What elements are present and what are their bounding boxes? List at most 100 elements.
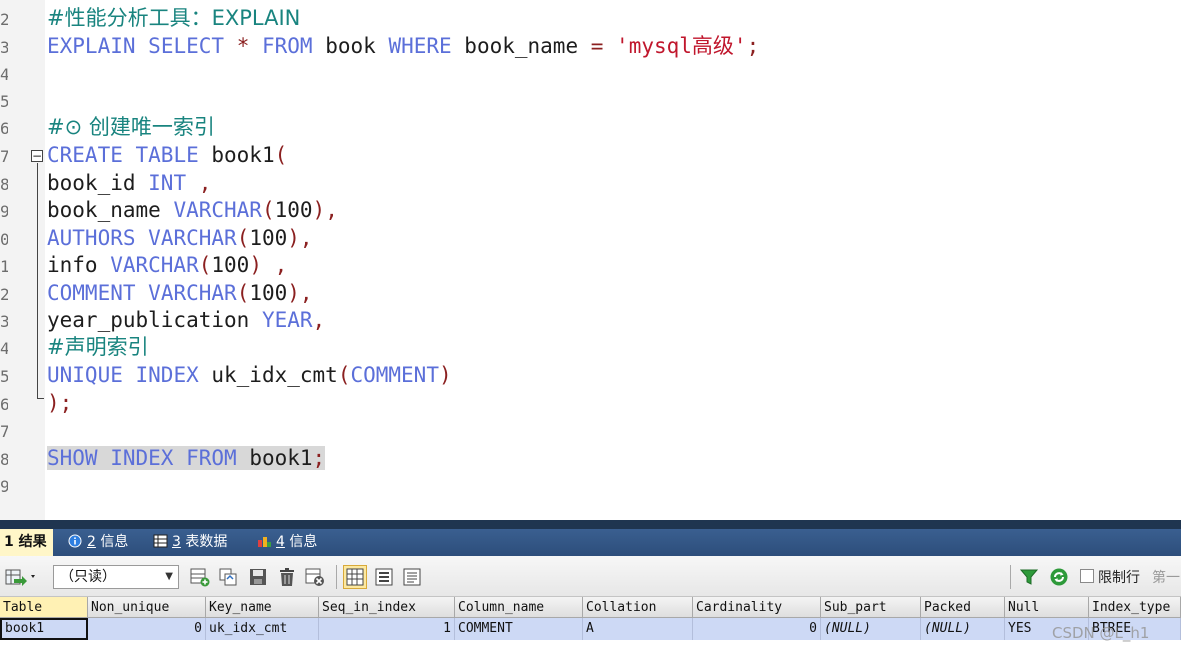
code-line-create-table: CREATE TABLE book1( xyxy=(47,142,287,169)
line-number-gutter: 2 3 4 5 6 7 8 9 0 1 2 3 4 5 6 7 8 9 xyxy=(0,0,45,520)
line-number: 1 xyxy=(0,257,8,276)
cancel-icon[interactable] xyxy=(305,567,325,587)
column-header-table[interactable]: Table xyxy=(0,597,88,618)
result-tabbar: 1 结果 2 信息 3 表数据 4 信息 xyxy=(0,529,1181,556)
table-cell[interactable]: A xyxy=(583,618,693,640)
line-number: 7 xyxy=(0,147,8,166)
code-line-explain-select: EXPLAIN SELECT * FROM book WHERE book_na… xyxy=(47,33,759,60)
sql-token: book1 xyxy=(198,143,275,167)
line-number: 3 xyxy=(0,312,8,331)
sql-token: ( xyxy=(198,253,212,277)
grid-mode-value: （只读） xyxy=(60,569,116,585)
table-cell[interactable]: (NULL) xyxy=(921,618,1005,640)
text-view-icon[interactable] xyxy=(402,567,422,587)
tab-table-data[interactable]: 3 表数据 xyxy=(149,529,233,556)
sql-token: book_name xyxy=(47,198,174,222)
sql-token: ; xyxy=(312,446,326,470)
sql-token: ), xyxy=(287,226,313,250)
column-header-key-name[interactable]: Key_name xyxy=(206,597,319,618)
sql-token: ), xyxy=(287,281,313,305)
first-row-label: 第一 xyxy=(1152,570,1180,586)
line-number: 9 xyxy=(0,202,8,221)
save-icon[interactable] xyxy=(248,567,268,587)
table-cell[interactable]: 0 xyxy=(693,618,821,640)
column-header-column-name[interactable]: Column_name xyxy=(455,597,583,618)
sql-token: ) xyxy=(438,363,452,387)
sql-keyword: WHERE xyxy=(388,34,452,58)
table-cell[interactable]: 0 xyxy=(88,618,206,640)
sql-token: ), xyxy=(312,198,338,222)
grid-mode-select[interactable]: （只读） ▼ xyxy=(53,565,179,589)
column-header-collation[interactable]: Collation xyxy=(583,597,693,618)
result-toolbar: （只读） ▼ 限制行 第一 xyxy=(0,556,1181,597)
column-header-non-unique[interactable]: Non_unique xyxy=(88,597,206,618)
duplicate-row-icon[interactable] xyxy=(218,567,238,587)
tab-results[interactable]: 1 结果 xyxy=(0,529,53,556)
limit-rows-checkbox[interactable] xyxy=(1080,569,1094,583)
filter-icon[interactable] xyxy=(1019,567,1039,587)
line-number: 2 xyxy=(0,10,8,29)
sql-token: , xyxy=(274,253,288,277)
column-header-null[interactable]: Null xyxy=(1005,597,1089,618)
refresh-icon[interactable] xyxy=(1049,567,1069,587)
table-cell[interactable]: 1 xyxy=(319,618,455,640)
grid-view-icon[interactable] xyxy=(343,565,367,589)
sql-token: 100 xyxy=(211,253,250,277)
tab-profile-info[interactable]: 4 信息 xyxy=(253,529,323,556)
selected-text: SHOW INDEX FROM book1; xyxy=(47,446,326,470)
fold-toggle-icon[interactable]: − xyxy=(31,150,43,162)
table-cell[interactable]: book1 xyxy=(0,618,88,640)
sql-token: book_id xyxy=(47,171,149,195)
result-grid[interactable]: Table Non_unique Key_name Seq_in_index Colum… xyxy=(0,597,1181,653)
column-header-index-type[interactable]: Index_type xyxy=(1089,597,1181,618)
code-line-comment-explain: #性能分析工具：EXPLAIN xyxy=(47,5,300,32)
sql-keyword: FROM xyxy=(262,34,313,58)
sql-keyword: SELECT xyxy=(148,34,225,58)
export-icon[interactable] xyxy=(5,567,39,587)
panel-splitter[interactable] xyxy=(0,520,1181,529)
toolbar-divider xyxy=(336,565,337,589)
table-cell[interactable]: (NULL) xyxy=(821,618,921,640)
line-number: 4 xyxy=(0,65,8,84)
column-header-sub-part[interactable]: Sub_part xyxy=(821,597,921,618)
code-line-col-book-name: book_name VARCHAR(100), xyxy=(47,197,338,224)
sql-keyword: VARCHAR xyxy=(148,281,237,305)
code-line-col-authors: AUTHORS VARCHAR(100), xyxy=(47,225,313,252)
sql-token: ( xyxy=(274,143,288,167)
add-row-icon[interactable] xyxy=(190,567,210,587)
sql-token: , xyxy=(312,308,326,332)
line-number: 6 xyxy=(0,119,8,138)
line-number: 5 xyxy=(0,367,8,386)
sql-token: uk_idx_cmt xyxy=(198,363,338,387)
tab-messages-label: 信息 xyxy=(100,534,129,550)
sql-token: * xyxy=(236,34,250,58)
tab-messages[interactable]: 2 信息 xyxy=(64,529,134,556)
line-number: 4 xyxy=(0,339,8,358)
delete-icon[interactable] xyxy=(277,567,297,587)
limit-rows-label: 限制行 xyxy=(1098,570,1140,586)
form-view-icon[interactable] xyxy=(374,567,394,587)
line-number: 7 xyxy=(0,422,8,441)
column-header-packed[interactable]: Packed xyxy=(921,597,1005,618)
table-cell[interactable]: uk_idx_cmt xyxy=(206,618,319,640)
sql-token: = xyxy=(590,34,604,58)
code-line-show-index: SHOW INDEX FROM book1; xyxy=(47,445,326,472)
sql-keyword: YEAR xyxy=(261,308,313,332)
code-line-col-year: year_publication YEAR, xyxy=(47,307,325,334)
line-number: 2 xyxy=(0,285,8,304)
sql-keyword: VARCHAR xyxy=(110,253,199,277)
line-number: 0 xyxy=(0,230,8,249)
table-cell[interactable]: COMMENT xyxy=(455,618,583,640)
sql-keyword: TABLE xyxy=(135,143,199,167)
sql-editor[interactable]: 2 3 4 5 6 7 8 9 0 1 2 3 4 5 6 7 8 9 − #性能分析工具：EXPLAIN EXPL… xyxy=(0,0,1181,520)
tab-profile-info-label: 信息 xyxy=(289,534,318,550)
column-header-seq-in-index[interactable]: Seq_in_index xyxy=(319,597,455,618)
fold-guide-end xyxy=(37,398,44,399)
sql-keyword: AUTHORS xyxy=(47,226,136,250)
column-header-cardinality[interactable]: Cardinality xyxy=(693,597,821,618)
